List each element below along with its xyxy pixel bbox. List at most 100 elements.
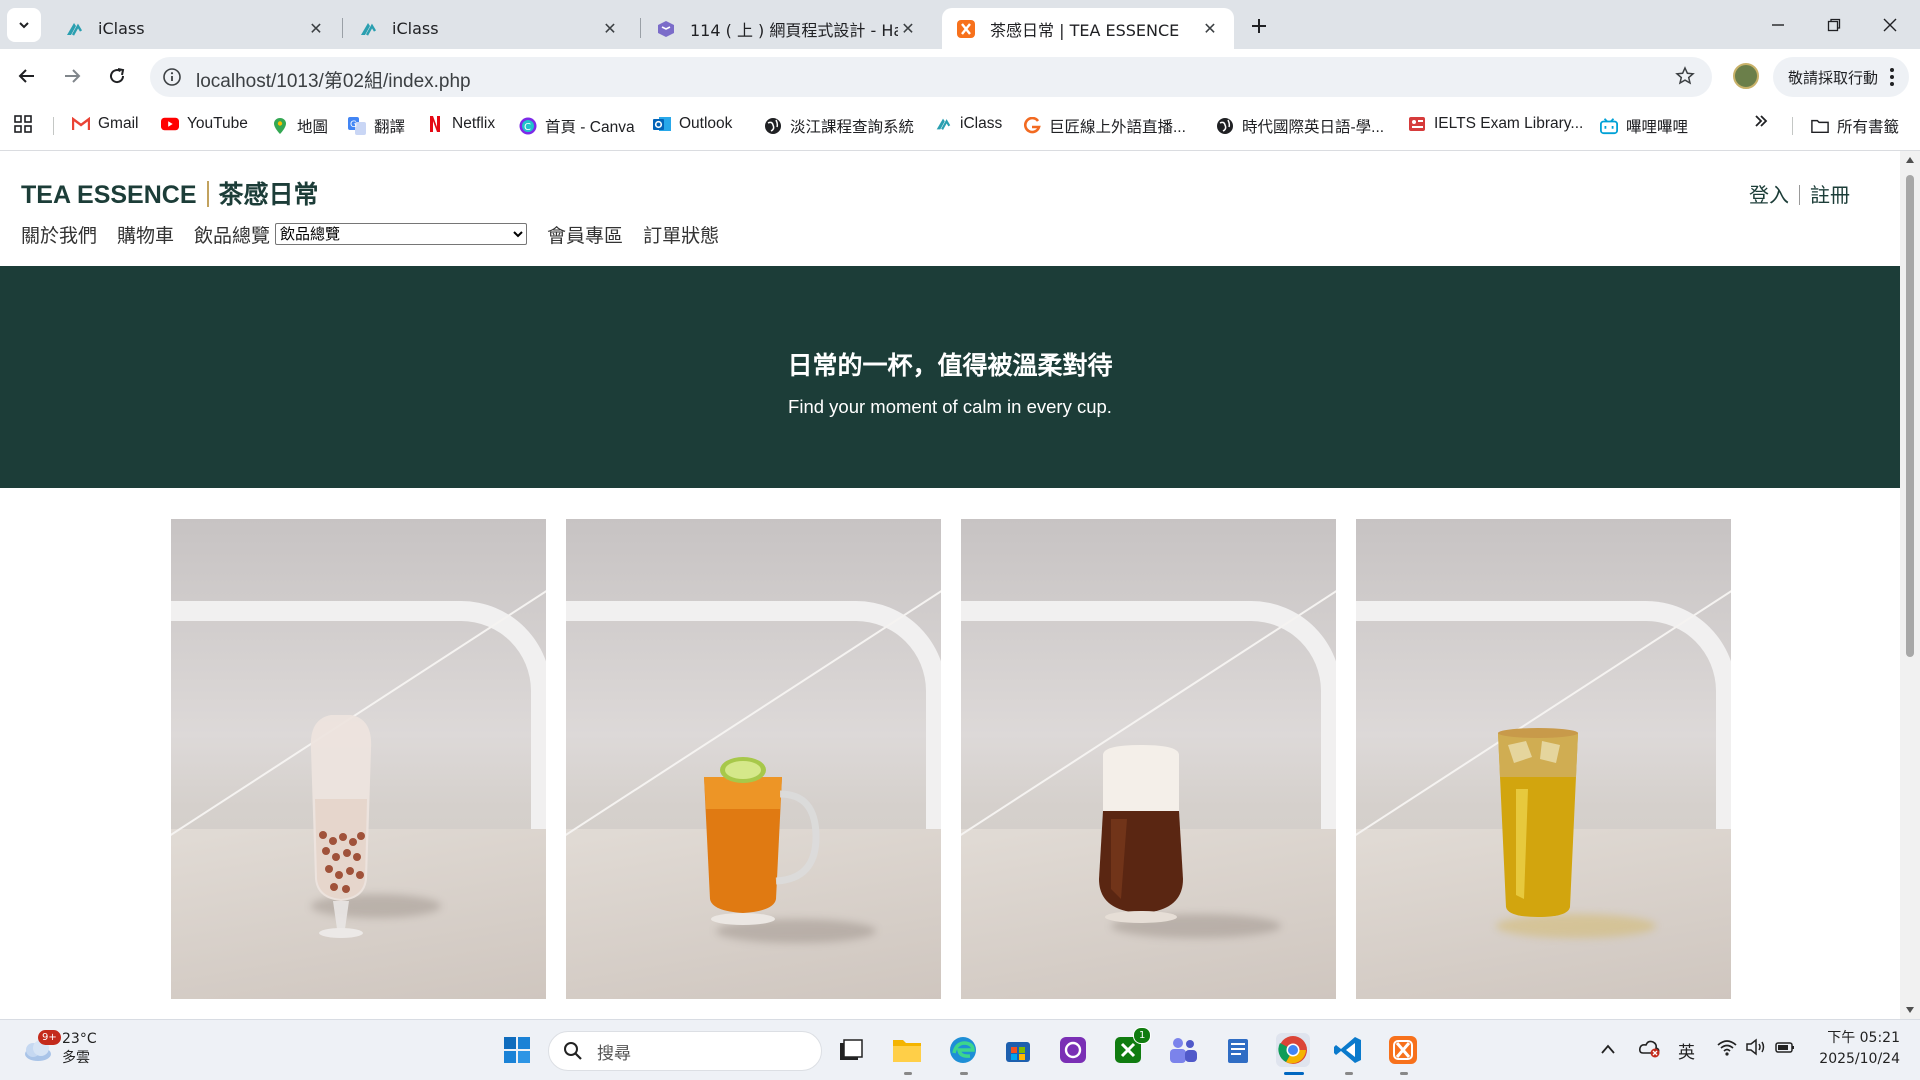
site-brand[interactable]: TEA ESSENCE 茶感日常 xyxy=(21,175,319,211)
drinks-select[interactable]: 飲品總覽 xyxy=(275,223,528,245)
close-icon[interactable]: ✕ xyxy=(306,19,326,38)
search-icon xyxy=(564,1042,582,1060)
milk-tea-drawing xyxy=(310,715,372,938)
restore-button[interactable] xyxy=(1806,0,1862,49)
bookmark-translate[interactable]: G 翻譯 xyxy=(348,115,405,137)
tray-battery[interactable] xyxy=(1774,1038,1796,1061)
minimize-button[interactable] xyxy=(1750,0,1806,49)
bookmark-tku-courses[interactable]: 淡江課程查詢系統 xyxy=(764,115,914,137)
speaker-icon xyxy=(1746,1038,1765,1056)
running-indicator xyxy=(960,1072,968,1075)
page-scrollbar[interactable] xyxy=(1900,151,1920,1019)
close-icon[interactable]: ✕ xyxy=(600,19,620,38)
profile-avatar[interactable] xyxy=(1733,63,1759,89)
tab-title: iClass xyxy=(392,19,439,38)
bookmark-youtube[interactable]: YouTube xyxy=(161,115,248,133)
new-tab-button[interactable] xyxy=(1244,11,1274,41)
weather-widget[interactable]: 9+ 23°C 多雲 xyxy=(20,1030,97,1068)
nav-orders[interactable]: 訂單狀態 xyxy=(643,221,719,248)
star-icon[interactable] xyxy=(1675,66,1695,90)
take-action-button[interactable]: 敬請採取行動 xyxy=(1773,57,1909,97)
tab-hackmd[interactable]: 114 ( 上 ) 網頁程式設計 - Hack ✕ xyxy=(642,8,932,49)
bookmark-gmail[interactable]: Gmail xyxy=(72,115,138,133)
close-icon[interactable]: ✕ xyxy=(1200,19,1220,38)
take-action-label: 敬請採取行動 xyxy=(1788,68,1879,87)
taskbar-clock[interactable]: 下午 05:21 2025/10/24 xyxy=(1808,1028,1900,1070)
url-text: localhost/1013/第02組/index.php xyxy=(196,71,471,92)
all-bookmarks-button[interactable]: 所有書籤 xyxy=(1811,115,1899,137)
back-button[interactable] xyxy=(12,61,42,91)
chrome-button[interactable] xyxy=(1276,1033,1310,1067)
store-button[interactable] xyxy=(1001,1033,1035,1067)
xbox-button[interactable]: 1 xyxy=(1111,1027,1152,1067)
site-info-icon[interactable] xyxy=(162,67,182,91)
address-bar[interactable]: localhost/1013/第02組/index.php xyxy=(150,57,1712,97)
bookmark-netflix[interactable]: Netflix xyxy=(426,115,495,133)
tray-network[interactable] xyxy=(1716,1038,1738,1061)
bookmark-bilibili[interactable]: 嗶哩嗶哩 xyxy=(1600,115,1688,137)
product-card-milk-tea[interactable] xyxy=(171,519,546,999)
apps-button[interactable] xyxy=(14,115,40,133)
more-vert-icon xyxy=(1889,67,1895,91)
taskbar-search[interactable]: 搜尋 xyxy=(548,1031,822,1071)
gjun-icon xyxy=(1023,117,1041,135)
product-card-green-tea[interactable] xyxy=(1356,519,1731,999)
bookmark-outlook[interactable]: Outlook xyxy=(653,115,732,133)
windows-taskbar: 9+ 23°C 多雲 搜尋 1 英 下午 05:21 2025/10/24 xyxy=(0,1019,1920,1080)
scroll-down-icon[interactable] xyxy=(1905,1006,1915,1014)
weather-temp: 23°C xyxy=(62,1031,97,1047)
bookmark-maps[interactable]: 地圖 xyxy=(271,115,328,137)
bookmark-label: iClass xyxy=(960,115,1003,132)
edge-button[interactable] xyxy=(946,1033,980,1067)
bookmark-divider xyxy=(53,117,54,135)
product-card-fruit-tea[interactable] xyxy=(566,519,941,999)
tray-overflow-button[interactable] xyxy=(1600,1040,1616,1060)
bookmark-shidai[interactable]: 時代國際英日語-學... xyxy=(1216,115,1384,137)
forward-button[interactable] xyxy=(57,61,87,91)
bookmark-iclass[interactable]: iClass xyxy=(934,115,1002,133)
active-indicator xyxy=(1284,1072,1304,1075)
bilibili-icon xyxy=(1600,117,1618,135)
browser-toolbar: localhost/1013/第02組/index.php 敬請採取行動 xyxy=(0,49,1920,101)
xampp-icon xyxy=(956,19,976,39)
notepad-button[interactable] xyxy=(1221,1033,1255,1067)
camera-app-icon xyxy=(1060,1037,1086,1063)
register-link[interactable]: 註冊 xyxy=(1810,183,1850,207)
app-button-purple[interactable] xyxy=(1056,1033,1090,1067)
tab-iclass-2[interactable]: iClass ✕ xyxy=(344,8,634,49)
start-button[interactable] xyxy=(500,1033,534,1067)
tab-search-button[interactable] xyxy=(7,8,41,42)
reload-button[interactable] xyxy=(102,61,132,91)
search-placeholder: 搜尋 xyxy=(597,1043,631,1064)
scrollbar-thumb[interactable] xyxy=(1906,175,1914,657)
file-explorer-button[interactable] xyxy=(890,1033,924,1067)
close-window-button[interactable] xyxy=(1862,0,1918,49)
bookmark-ielts[interactable]: IELTS Exam Library... xyxy=(1408,115,1583,133)
scroll-up-icon[interactable] xyxy=(1905,156,1915,164)
close-icon[interactable]: ✕ xyxy=(898,19,918,38)
battery-icon xyxy=(1775,1042,1794,1053)
login-link[interactable]: 登入 xyxy=(1749,183,1789,207)
more-bookmarks-button[interactable] xyxy=(1753,113,1769,129)
xampp-button[interactable] xyxy=(1386,1033,1420,1067)
bookmark-canva[interactable]: C 首頁 - Canva xyxy=(519,115,635,137)
product-card-cream-tea[interactable] xyxy=(961,519,1336,999)
store-icon xyxy=(1006,1042,1030,1062)
tab-iclass-1[interactable]: iClass ✕ xyxy=(50,8,340,49)
nav-member[interactable]: 會員專區 xyxy=(547,221,623,248)
tab-divider xyxy=(342,18,343,38)
tray-volume[interactable] xyxy=(1745,1038,1767,1061)
teams-button[interactable] xyxy=(1166,1033,1200,1067)
bookmark-gjun[interactable]: 巨匠線上外語直播... xyxy=(1023,115,1186,137)
nav-cart[interactable]: 購物車 xyxy=(117,221,174,248)
tab-tea-essence[interactable]: 茶感日常 | TEA ESSENCE ✕ xyxy=(942,8,1234,49)
tray-cloud-status[interactable] xyxy=(1638,1038,1662,1063)
bookmark-label: 翻譯 xyxy=(374,119,406,136)
bookmark-label: 淡江課程查詢系統 xyxy=(790,119,915,136)
weather-badge: 9+ xyxy=(38,1030,61,1045)
vscode-button[interactable] xyxy=(1331,1033,1365,1067)
task-view-button[interactable] xyxy=(834,1033,868,1067)
ime-indicator[interactable]: 英 xyxy=(1678,1038,1695,1063)
youtube-icon xyxy=(161,115,179,133)
nav-about[interactable]: 關於我們 xyxy=(21,221,97,248)
